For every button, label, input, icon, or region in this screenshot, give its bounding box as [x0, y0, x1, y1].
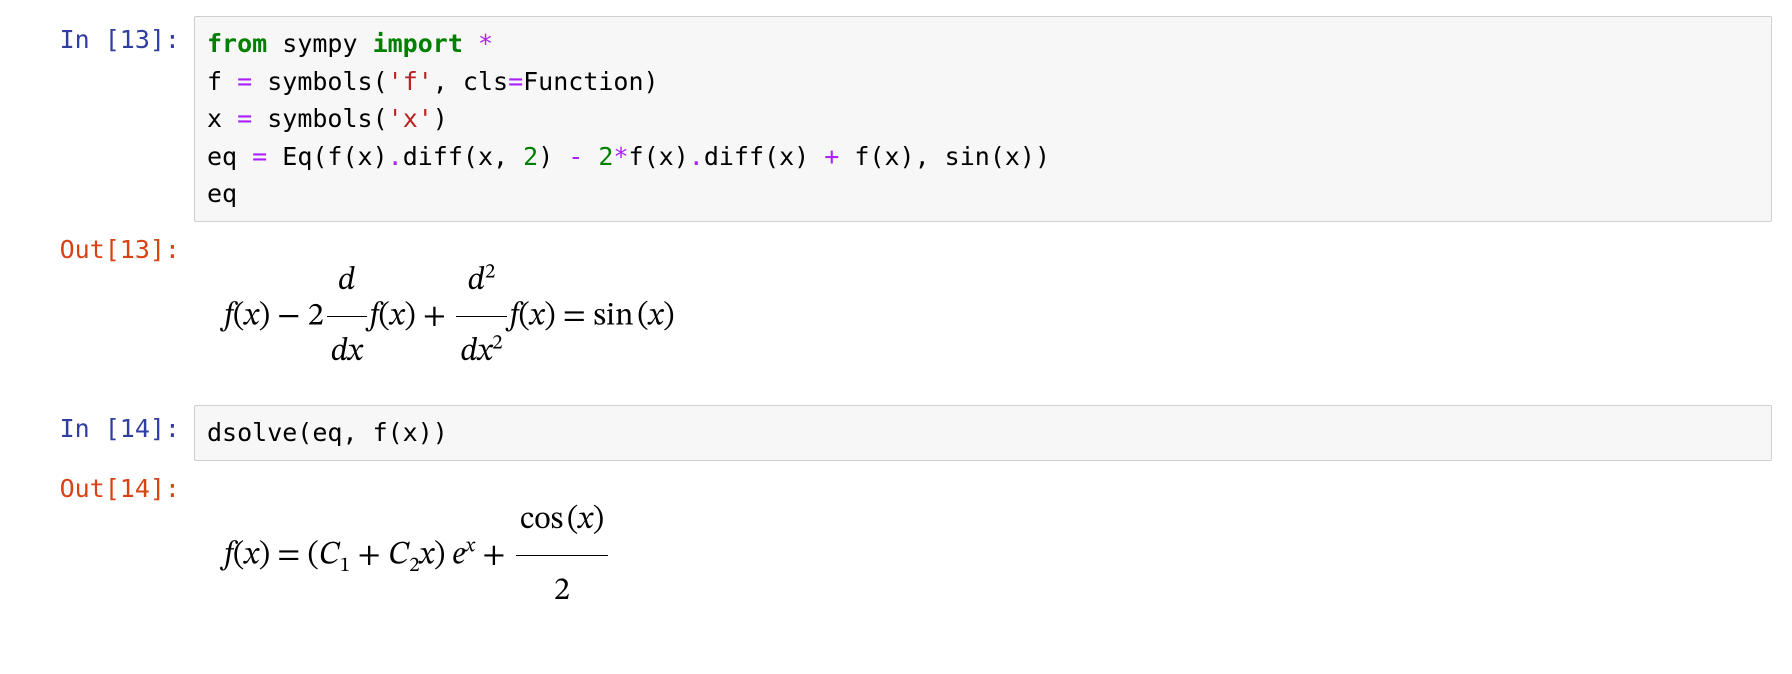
code-text: diff(x) — [704, 142, 824, 171]
fraction-d2-dx2: d2dx2 — [456, 246, 506, 388]
math-fx: f — [370, 300, 379, 332]
math-x: x — [530, 300, 545, 332]
math-d: d — [331, 336, 348, 368]
math-d: d — [338, 265, 355, 297]
code-text: f — [207, 67, 237, 96]
math-sub2: 2 — [409, 555, 419, 576]
code-text: f(x), sin(x)) — [839, 142, 1050, 171]
math-x: x — [244, 300, 259, 332]
math-paren: ( — [519, 300, 530, 332]
math-sub1: 1 — [340, 555, 350, 576]
cell-14-output: Out[14]: f(x) = (C1 + C2x) ex + cos(x)2 — [20, 465, 1772, 641]
code-text: , cls — [433, 67, 508, 96]
code-text: sympy — [267, 29, 372, 58]
math-paren: ( — [379, 300, 390, 332]
math-x: x — [390, 300, 405, 332]
math-plus: + — [475, 539, 513, 571]
keyword-from: from — [207, 29, 267, 58]
string-literal: 'f' — [388, 67, 433, 96]
math-paren: ( — [634, 300, 649, 332]
math-eq: = — [270, 539, 308, 571]
code-text: ) — [433, 104, 448, 133]
math-paren: ) — [434, 539, 445, 571]
operator-eq: = — [252, 142, 267, 171]
math-paren: ) — [404, 300, 415, 332]
math-paren: ( — [308, 539, 319, 571]
math-paren: ( — [233, 539, 244, 571]
math-paren: ) — [593, 504, 604, 536]
output-prompt-14: Out[14]: — [20, 465, 194, 641]
code-text: ) — [538, 142, 568, 171]
math-equation-13: f(x) − 2ddxf(x) + d2dx2f(x) = sin(x) — [224, 246, 1758, 388]
math-plus: + — [350, 539, 388, 571]
code-text — [583, 142, 598, 171]
math-x: x — [649, 300, 664, 332]
code-text: symbols( — [252, 67, 387, 96]
math-x: x — [578, 504, 593, 536]
math-paren: ( — [563, 504, 578, 536]
string-literal: 'x' — [388, 104, 433, 133]
operator-star: * — [463, 29, 493, 58]
math-equation-14: f(x) = (C1 + C2x) ex + cos(x)2 — [224, 485, 1758, 627]
math-d: d — [460, 336, 477, 368]
operator-dot: . — [388, 142, 403, 171]
math-sup2: 2 — [492, 332, 502, 353]
math-x: x — [478, 336, 493, 368]
code-text: f(x) — [629, 142, 689, 171]
math-C2: C — [388, 539, 409, 571]
cell-14-input: In [14]: dsolve(eq, f(x)) — [20, 405, 1772, 461]
output-area-14: f(x) = (C1 + C2x) ex + cos(x)2 — [194, 465, 1772, 641]
math-eq: = — [555, 300, 593, 332]
output-area-13: f(x) − 2ddxf(x) + d2dx2f(x) = sin(x) — [194, 226, 1772, 402]
math-e: e — [452, 539, 465, 571]
math-2: 2 — [554, 575, 570, 607]
input-prompt-13: In [13]: — [20, 16, 194, 222]
fraction-d-dx: ddx — [327, 246, 367, 388]
math-C1: C — [319, 539, 340, 571]
code-text: Eq(f(x) — [267, 142, 387, 171]
math-fx: f — [510, 300, 519, 332]
math-paren: ) — [259, 539, 270, 571]
code-text: symbols( — [252, 104, 387, 133]
math-sup2: 2 — [485, 261, 495, 282]
math-x: x — [244, 539, 259, 571]
operator-eq: = — [508, 67, 523, 96]
code-text: x — [207, 104, 237, 133]
math-minus: − 2 — [270, 300, 324, 332]
operator-eq: = — [237, 67, 252, 96]
math-supx: x — [465, 535, 474, 556]
math-fx: f — [224, 539, 233, 571]
fraction-cos-2: cos(x) 2 — [516, 485, 608, 627]
math-fx: f — [224, 300, 233, 332]
input-prompt-14: In [14]: — [20, 405, 194, 461]
code-text: eq — [207, 179, 237, 208]
math-cos: cos — [520, 504, 563, 536]
math-plus: + — [415, 300, 453, 332]
code-text: Function) — [523, 67, 658, 96]
operator-plus: + — [824, 142, 839, 171]
math-paren: ( — [233, 300, 244, 332]
cell-13-output: Out[13]: f(x) − 2ddxf(x) + d2dx2f(x) = s… — [20, 226, 1772, 402]
math-paren: ) — [663, 300, 674, 332]
code-input-13[interactable]: from sympy import * f = symbols('f', cls… — [194, 16, 1772, 222]
keyword-import: import — [373, 29, 463, 58]
math-paren: ) — [544, 300, 555, 332]
operator-minus: - — [568, 142, 583, 171]
number-literal: 2 — [598, 142, 613, 171]
operator-star: * — [613, 142, 628, 171]
operator-dot: . — [689, 142, 704, 171]
code-text: eq — [207, 142, 252, 171]
math-x: x — [420, 539, 435, 571]
number-literal: 2 — [523, 142, 538, 171]
math-d: d — [468, 265, 485, 297]
code-input-14[interactable]: dsolve(eq, f(x)) — [194, 405, 1772, 461]
math-x: x — [348, 336, 363, 368]
cell-13-input: In [13]: from sympy import * f = symbols… — [20, 16, 1772, 222]
operator-eq: = — [237, 104, 252, 133]
code-text: diff(x, — [403, 142, 523, 171]
math-paren: ) — [259, 300, 270, 332]
code-text: dsolve(eq, f(x)) — [207, 418, 448, 447]
output-prompt-13: Out[13]: — [20, 226, 194, 402]
math-sin: sin — [593, 300, 633, 332]
